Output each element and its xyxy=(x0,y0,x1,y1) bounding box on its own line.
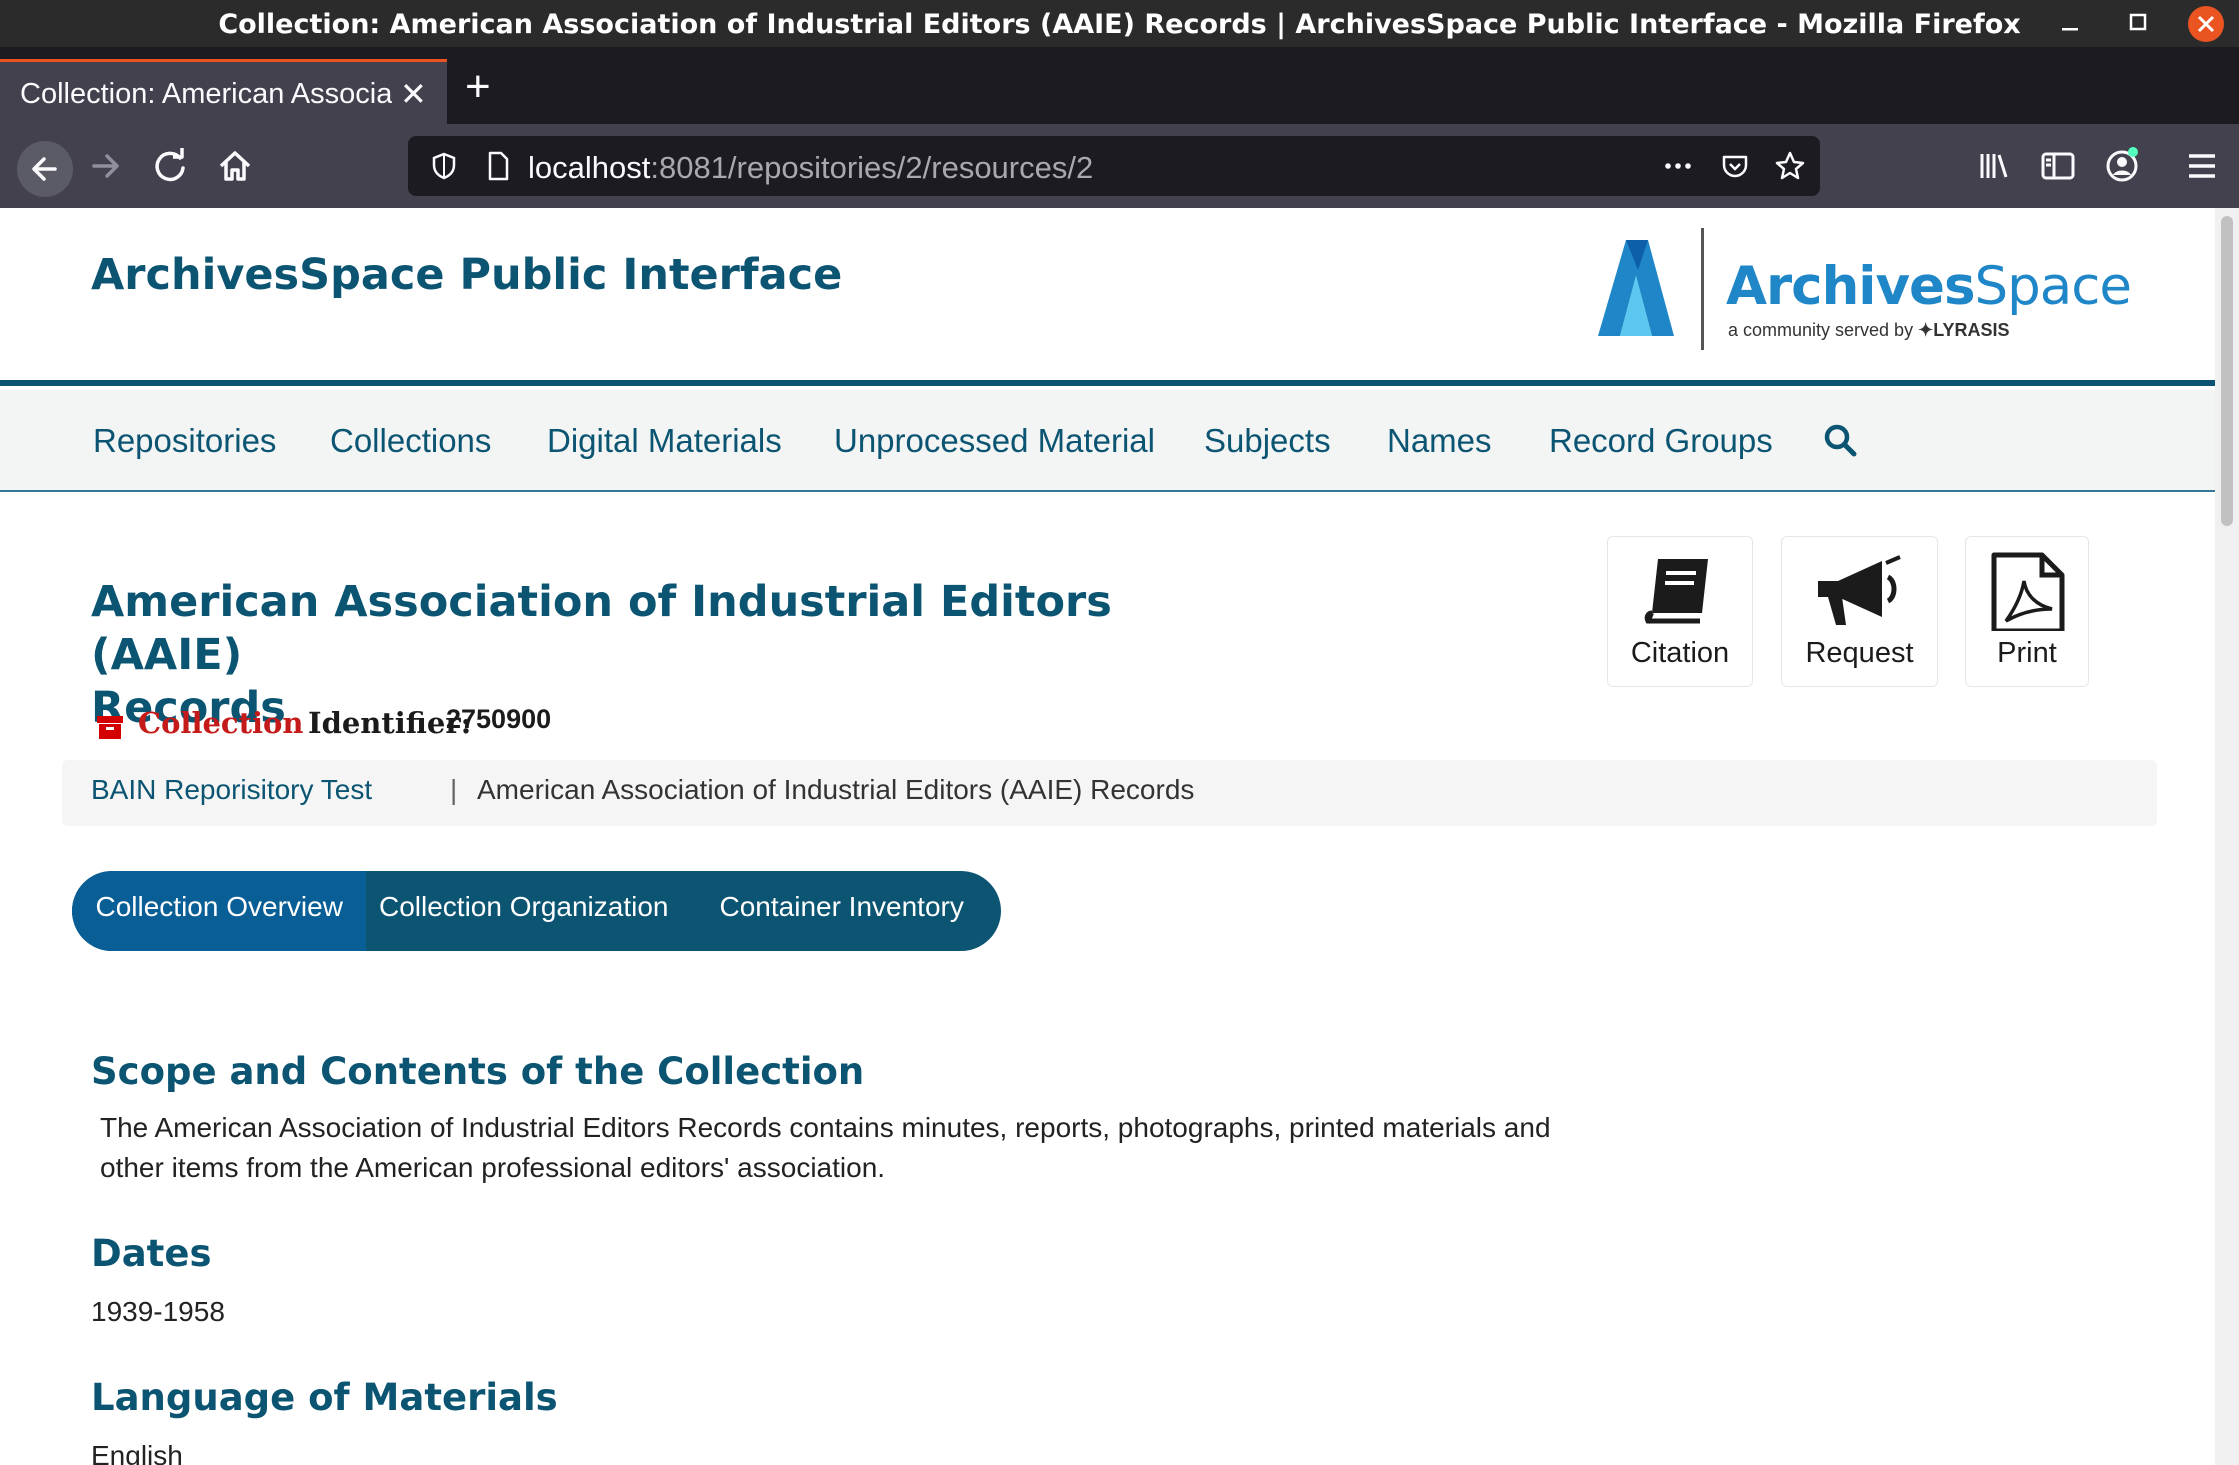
logo-space: Space xyxy=(1974,256,2133,317)
logo-tagline: a community served by ✦LYRASIS xyxy=(1728,320,2010,341)
page-icon xyxy=(488,151,509,181)
shield-icon[interactable] xyxy=(428,150,460,182)
logo-wordmark: ArchivesSpace xyxy=(1726,256,2133,317)
maximize-icon[interactable] xyxy=(2123,8,2153,38)
browser-tab-strip: Collection: American Associa ✕ + xyxy=(0,47,2239,124)
sidebar-icon[interactable] xyxy=(2034,142,2082,190)
print-button[interactable]: Print xyxy=(1965,536,2089,687)
url-path: :8081/repositories/2/resources/2 xyxy=(650,150,1094,185)
citation-button[interactable]: Citation xyxy=(1607,536,1753,687)
url-bar[interactable]: localhost:8081/repositories/2/resources/… xyxy=(408,136,1820,196)
identifier-value: 2750900 xyxy=(446,704,552,734)
megaphone-icon xyxy=(1818,555,1901,625)
pdf-icon xyxy=(1991,552,2065,631)
lyrasis-star-icon: ✦ xyxy=(1918,320,1934,340)
breadcrumb-repository-link[interactable]: BAIN Reporisitory Test xyxy=(91,774,372,806)
language-heading: Language of Materials xyxy=(91,1376,558,1419)
header-divider xyxy=(0,380,2215,386)
archivesspace-logo[interactable]: ArchivesSpace a community served by ✦LYR… xyxy=(1568,220,2133,360)
print-label: Print xyxy=(1997,637,2057,669)
home-icon[interactable] xyxy=(211,142,259,190)
search-icon[interactable] xyxy=(1820,420,1860,460)
nav-subjects[interactable]: Subjects xyxy=(1204,422,1331,460)
browser-tab[interactable]: Collection: American Associa ✕ xyxy=(0,59,447,124)
record-title-line1: American Association of Industrial Edito… xyxy=(91,577,1112,680)
browser-toolbar: localhost:8081/repositories/2/resources/… xyxy=(0,124,2239,208)
url-text: localhost:8081/repositories/2/resources/… xyxy=(528,150,1093,186)
logo-archives: Archives xyxy=(1726,256,1976,317)
breadcrumb: BAIN Reporisitory Test | American Associ… xyxy=(62,760,2157,826)
main-navigation: Repositories Collections Digital Materia… xyxy=(0,390,2215,492)
tab-container-inventory[interactable]: Container Inventory xyxy=(682,871,1001,951)
request-label: Request xyxy=(1805,637,1914,669)
tab-collection-overview[interactable]: Collection Overview xyxy=(72,871,366,951)
back-icon[interactable] xyxy=(17,141,73,197)
tab-collection-organization-label: Collection Organization xyxy=(379,891,669,922)
account-icon[interactable] xyxy=(2098,142,2146,190)
nav-collections[interactable]: Collections xyxy=(330,422,491,460)
nav-record-groups[interactable]: Record Groups xyxy=(1549,422,1773,460)
dates-value: 1939-1958 xyxy=(91,1296,225,1327)
menu-icon[interactable] xyxy=(2178,142,2226,190)
page-viewport: ArchivesSpace Public Interface ArchivesS… xyxy=(0,208,2215,1465)
site-title[interactable]: ArchivesSpace Public Interface xyxy=(91,250,842,300)
tab-collection-organization[interactable]: Collection Organization xyxy=(366,871,682,951)
nav-repositories[interactable]: Repositories xyxy=(93,422,276,460)
library-icon[interactable] xyxy=(1970,142,2018,190)
logo-partner: LYRASIS xyxy=(1933,320,2010,340)
archive-box-icon xyxy=(97,716,123,739)
new-tab-icon[interactable]: + xyxy=(465,65,491,109)
nav-names[interactable]: Names xyxy=(1387,422,1492,460)
scope-heading: Scope and Contents of the Collection xyxy=(91,1050,865,1093)
tab-close-icon[interactable]: ✕ xyxy=(400,75,427,113)
reload-icon[interactable] xyxy=(146,142,194,190)
book-icon xyxy=(1644,559,1708,624)
dates-heading: Dates xyxy=(91,1232,212,1275)
nav-unprocessed-material[interactable]: Unprocessed Material xyxy=(834,422,1155,460)
citation-label: Citation xyxy=(1630,637,1730,669)
minimize-icon[interactable] xyxy=(2055,8,2085,38)
request-button[interactable]: Request xyxy=(1781,536,1938,687)
tab-title: Collection: American Associa xyxy=(20,78,392,110)
scope-text: The American Association of Industrial E… xyxy=(100,1112,1551,1183)
nav-digital-materials[interactable]: Digital Materials xyxy=(547,422,782,460)
language-value: English xyxy=(91,1440,183,1465)
record-tabs: Collection Overview Collection Organizat… xyxy=(72,871,1001,951)
window-title: Collection: American Association of Indu… xyxy=(218,9,2021,40)
scrollbar-thumb[interactable] xyxy=(2221,216,2233,526)
tab-collection-overview-label: Collection Overview xyxy=(95,891,343,922)
tab-container-inventory-label: Container Inventory xyxy=(719,891,964,922)
breadcrumb-separator: | xyxy=(450,774,458,805)
breadcrumb-current: American Association of Industrial Edito… xyxy=(477,774,1195,805)
bookmark-star-icon[interactable] xyxy=(1774,150,1806,182)
record-type: Collection xyxy=(138,706,304,740)
pocket-icon[interactable] xyxy=(1719,150,1751,182)
forward-icon[interactable] xyxy=(82,142,130,190)
page-scrollbar[interactable] xyxy=(2215,208,2239,1465)
more-actions-icon[interactable] xyxy=(1662,150,1694,182)
close-window-icon[interactable] xyxy=(2188,6,2224,42)
window-titlebar: Collection: American Association of Indu… xyxy=(0,0,2239,47)
logo-tagline-text: a community served by xyxy=(1728,320,1914,340)
url-host: localhost xyxy=(528,150,651,185)
